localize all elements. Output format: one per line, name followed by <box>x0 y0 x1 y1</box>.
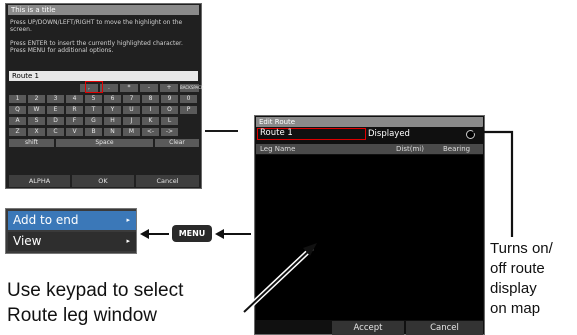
key-x[interactable]: X <box>28 128 45 136</box>
key-3[interactable]: 3 <box>47 95 64 103</box>
annotation-toggle-line1: Turns on/ <box>490 240 553 257</box>
key-e[interactable]: E <box>47 106 64 114</box>
key-5[interactable]: 5 <box>85 95 102 103</box>
key-t[interactable]: T <box>85 106 102 114</box>
legs-table-header: Leg Name Dist(mi) Bearing <box>256 144 483 154</box>
key-q[interactable]: Q <box>9 106 26 114</box>
annotation-toggle-line4: on map <box>490 300 541 317</box>
key-c[interactable]: C <box>47 128 64 136</box>
key-plus[interactable]: + <box>160 84 178 92</box>
key-asterisk[interactable]: * <box>120 84 138 92</box>
arrow-pointer-icon <box>472 126 514 237</box>
cancel-button[interactable]: Cancel <box>406 321 483 335</box>
key-cursor-right[interactable]: -> <box>161 128 178 136</box>
annotation-toggle-line2: off route <box>490 260 545 277</box>
ok-button[interactable]: OK <box>72 175 134 187</box>
key-h[interactable]: H <box>104 117 121 125</box>
key-0[interactable]: 0 <box>180 95 197 103</box>
key-r[interactable]: R <box>66 106 83 114</box>
key-2[interactable]: 2 <box>28 95 45 103</box>
key-i[interactable]: I <box>142 106 159 114</box>
arrow-pointer-icon <box>242 243 317 314</box>
keyboard-instructions-enter: Press ENTER to insert the currently high… <box>10 40 183 55</box>
key-w[interactable]: W <box>28 106 45 114</box>
keyboard-instructions-navigate: Press UP/DOWN/LEFT/RIGHT to move the hig… <box>10 19 183 34</box>
key-f[interactable]: F <box>66 117 83 125</box>
key-6[interactable]: 6 <box>104 95 121 103</box>
key-k[interactable]: K <box>142 117 159 125</box>
displayed-label: Displayed <box>368 129 410 139</box>
key-1[interactable]: 1 <box>9 95 26 103</box>
key-v[interactable]: V <box>66 128 83 136</box>
menu-item-add-to-end[interactable]: Add to end ▸ <box>8 211 136 230</box>
alpha-button[interactable]: ALPHA <box>9 175 70 187</box>
menu-item-label: View <box>13 234 42 248</box>
key-n[interactable]: N <box>104 128 121 136</box>
key-a[interactable]: A <box>9 117 26 125</box>
key-y[interactable]: Y <box>104 106 121 114</box>
key-g[interactable]: G <box>85 117 102 125</box>
annotation-keypad-line1: Use keypad to select <box>7 280 184 301</box>
key-7[interactable]: 7 <box>123 95 140 103</box>
key-o[interactable]: O <box>161 106 178 114</box>
key-l[interactable]: L <box>161 117 178 125</box>
menu-item-view[interactable]: View ▸ <box>8 232 136 251</box>
name-text-input[interactable]: Route 1 <box>9 71 198 81</box>
key-space[interactable]: Space <box>56 139 153 147</box>
annotation-keypad-line2: Route leg window <box>7 305 157 326</box>
submenu-arrow-icon: ▸ <box>126 237 130 245</box>
options-menu: Add to end ▸ View ▸ <box>5 208 137 254</box>
connector-line <box>205 130 238 132</box>
key-backspace[interactable]: BACKSPACE <box>180 84 204 92</box>
key-clear[interactable]: Clear <box>155 139 199 147</box>
column-leg-name: Leg Name <box>260 145 296 153</box>
key-j[interactable]: J <box>123 117 140 125</box>
keyboard-dialog-title: This is a title <box>8 5 199 15</box>
annotation-toggle-line3: display <box>490 280 537 297</box>
menu-key[interactable]: MENU <box>172 225 212 242</box>
key-cursor-left[interactable]: <- <box>142 128 159 136</box>
key-u[interactable]: U <box>123 106 140 114</box>
arrow-left-icon <box>140 229 169 239</box>
accept-button[interactable]: Accept <box>332 321 404 335</box>
key-8[interactable]: 8 <box>142 95 159 103</box>
key-b[interactable]: B <box>85 128 102 136</box>
menu-item-label: Add to end <box>13 213 79 227</box>
key-minus[interactable]: - <box>140 84 158 92</box>
key-d[interactable]: D <box>47 117 64 125</box>
key-z[interactable]: Z <box>9 128 26 136</box>
keyboard-dialog: This is a title Press UP/DOWN/LEFT/RIGHT… <box>5 3 204 189</box>
route-name-field[interactable]: Route 1 <box>257 128 366 140</box>
selected-key-highlight <box>85 81 103 93</box>
key-s[interactable]: S <box>28 117 45 125</box>
edit-route-title: Edit Route <box>256 117 483 127</box>
key-4[interactable]: 4 <box>66 95 83 103</box>
key-shift[interactable]: shift <box>9 139 54 147</box>
submenu-arrow-icon: ▸ <box>126 216 130 224</box>
key-m[interactable]: M <box>123 128 140 136</box>
cancel-button[interactable]: Cancel <box>136 175 199 187</box>
column-distance: Dist(mi) <box>396 145 424 153</box>
column-bearing: Bearing <box>443 145 471 153</box>
key-p[interactable]: P <box>180 106 197 114</box>
key-9[interactable]: 9 <box>161 95 178 103</box>
